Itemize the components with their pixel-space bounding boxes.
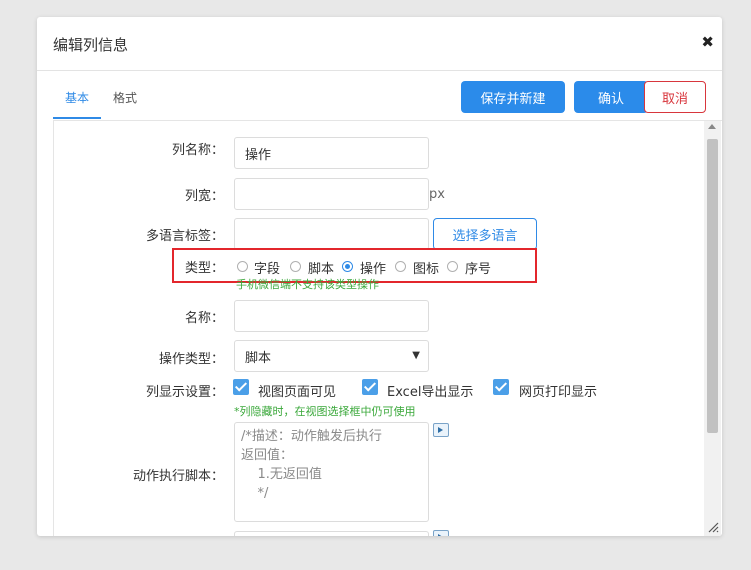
header-divider — [37, 70, 722, 71]
checkbox-web-print[interactable] — [493, 379, 509, 395]
checkbox-excel-export[interactable] — [362, 379, 378, 395]
name-label: 名称： — [184, 311, 224, 326]
type-radio-field[interactable] — [237, 261, 248, 272]
column-width-input[interactable] — [234, 178, 429, 210]
resize-grip-icon[interactable] — [707, 521, 719, 533]
type-label: 类型： — [184, 261, 224, 276]
confirm-button[interactable]: 确认 — [574, 81, 648, 113]
display-hint: *列隐藏时，在视图选择框中仍可使用 — [234, 405, 416, 418]
close-icon[interactable]: ✖ — [701, 35, 714, 50]
save-and-new-button[interactable]: 保存并新建 — [461, 81, 565, 113]
column-name-input[interactable]: 操作 — [234, 137, 429, 169]
action-script-textarea[interactable]: /*描述：动作触发后执行 返回值： 1.无返回值 */ — [234, 422, 429, 522]
type-hint: 手机微信端不支持该类型操作 — [236, 278, 379, 291]
width-unit-suffix: px — [429, 187, 445, 202]
type-radio-sequence[interactable] — [447, 261, 458, 272]
scroll-up-arrow-icon[interactable] — [708, 124, 716, 129]
column-name-label: 列名称： — [171, 143, 224, 158]
edit-column-dialog: 编辑列信息 ✖ 基本 格式 保存并新建 确认 取消 列名称： 操作 列宽： px… — [37, 17, 722, 536]
tab-format[interactable]: 格式 — [113, 89, 137, 106]
dialog-title: 编辑列信息 — [53, 36, 129, 54]
next-script-input[interactable] — [234, 531, 429, 536]
type-radio-script[interactable] — [290, 261, 301, 272]
type-option-action-label: 操作 — [360, 262, 387, 277]
scroll-thumb[interactable] — [707, 139, 718, 433]
type-radio-action[interactable] — [342, 261, 353, 272]
action-type-select[interactable]: 脚本 ▼ — [234, 340, 429, 372]
vertical-scrollbar[interactable] — [704, 121, 721, 536]
chevron-down-icon: ▼ — [412, 350, 420, 361]
display-settings-label: 列显示设置： — [145, 385, 224, 400]
tab-basic[interactable]: 基本 — [65, 89, 89, 106]
type-option-sequence-label: 序号 — [465, 262, 492, 277]
name-input[interactable] — [234, 300, 429, 332]
type-option-icon-label: 图标 — [413, 262, 440, 277]
checkbox-view-visible[interactable] — [233, 379, 249, 395]
multilang-label: 多语言标签： — [145, 229, 224, 244]
type-radio-icon[interactable] — [395, 261, 406, 272]
view-visible-label: 视图页面可见 — [258, 385, 337, 400]
cancel-button[interactable]: 取消 — [644, 81, 706, 113]
select-multilang-button[interactable]: 选择多语言 — [433, 218, 537, 250]
excel-export-label: Excel导出显示 — [387, 385, 474, 400]
active-tab-indicator — [53, 117, 101, 119]
web-print-label: 网页打印显示 — [519, 385, 598, 400]
type-option-script-label: 脚本 — [308, 262, 335, 277]
multilang-input[interactable] — [234, 218, 429, 250]
action-type-label: 操作类型： — [158, 352, 224, 367]
code-editor-icon-2[interactable] — [433, 530, 449, 536]
column-width-label: 列宽： — [184, 189, 224, 204]
action-type-value: 脚本 — [245, 350, 272, 366]
type-option-field-label: 字段 — [254, 262, 281, 277]
action-script-label: 动作执行脚本： — [132, 469, 224, 484]
code-editor-icon[interactable] — [433, 423, 449, 437]
